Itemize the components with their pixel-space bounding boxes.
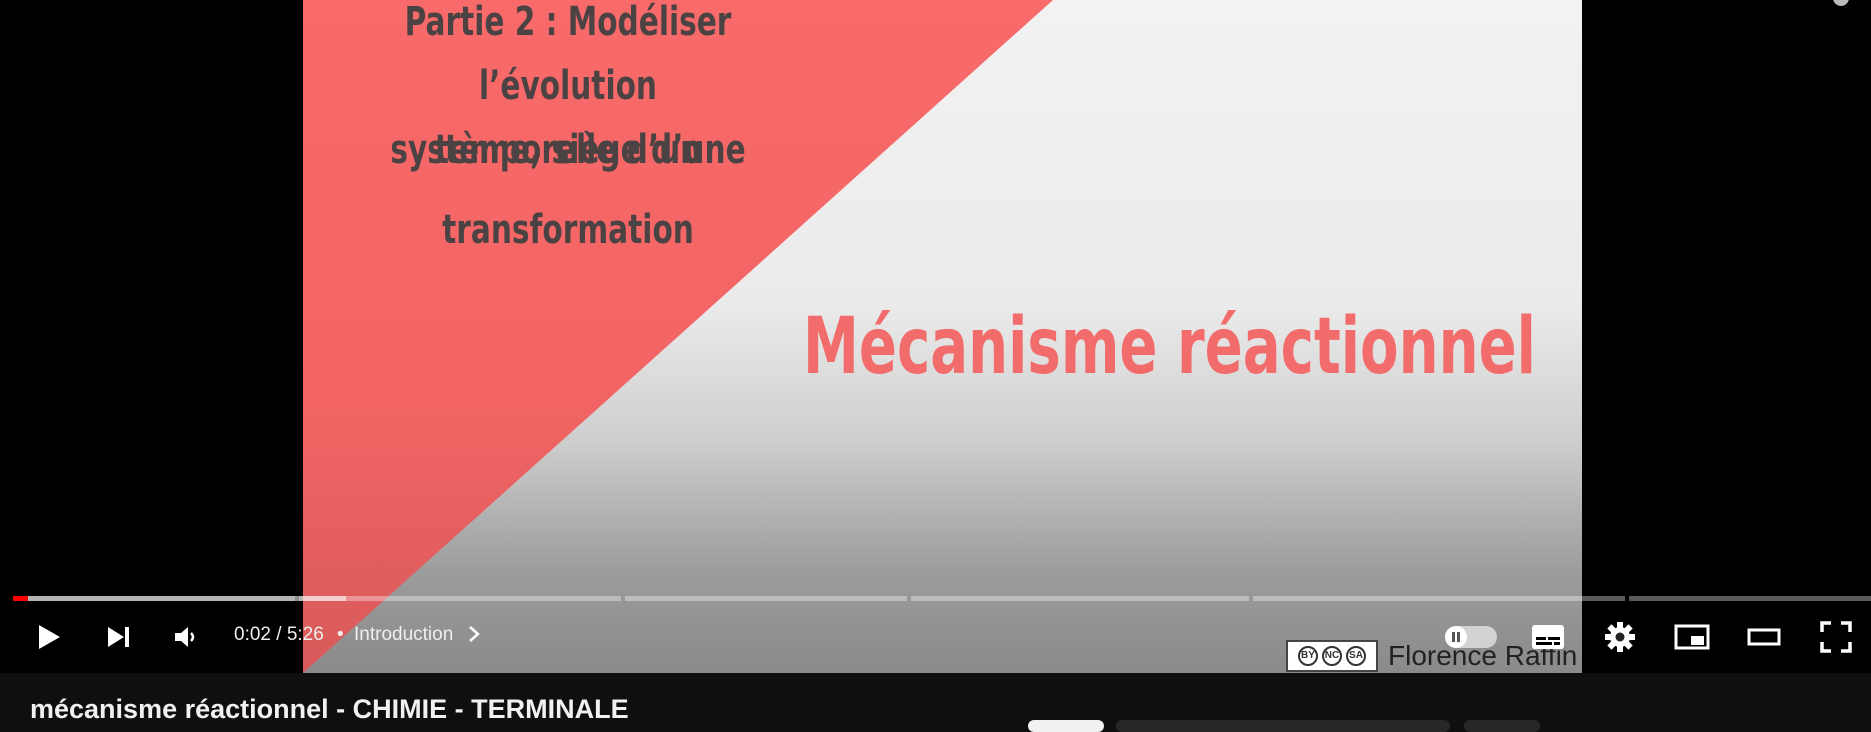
chapter-segment[interactable]: [1629, 596, 1871, 601]
settings-button[interactable]: [1600, 612, 1640, 662]
miniplayer-icon: [1674, 624, 1710, 650]
progress-bar[interactable]: [13, 596, 1871, 601]
action-button[interactable]: [1464, 720, 1540, 732]
miniplayer-button[interactable]: [1672, 612, 1712, 662]
subtitles-icon: [1532, 625, 1564, 649]
slide-title-line-3: système, siège d’une: [390, 127, 746, 173]
next-icon: [108, 627, 129, 647]
time-display: 0:02 / 5:26: [234, 624, 324, 645]
info-icon[interactable]: [1833, 0, 1849, 6]
next-button[interactable]: [98, 612, 138, 662]
fullscreen-button[interactable]: [1816, 612, 1856, 662]
mute-button[interactable]: [165, 612, 205, 662]
slide-title-line-1: Partie 2 : Modéliser: [404, 0, 732, 45]
slide-title-line-4: transformation: [442, 207, 694, 253]
played-indicator: [13, 596, 28, 601]
chapter-segment[interactable]: [625, 596, 907, 601]
subscribe-button[interactable]: [1028, 720, 1104, 732]
chapter-segment[interactable]: [911, 596, 1249, 601]
gear-icon: [1605, 622, 1635, 652]
buffered-indicator: [13, 596, 346, 601]
autoplay-pause-icon: [1452, 632, 1460, 642]
theater-mode-button[interactable]: [1744, 612, 1784, 662]
chapter-segment[interactable]: [1253, 596, 1625, 601]
chapter-title: Introduction: [354, 624, 454, 645]
fullscreen-icon: [1820, 621, 1852, 653]
play-icon: [39, 625, 60, 649]
autoplay-toggle[interactable]: [1445, 626, 1497, 648]
volume-icon: [175, 627, 195, 647]
action-button[interactable]: [1116, 720, 1450, 732]
slide-heading: Mécanisme réactionnel: [803, 302, 1536, 392]
chapter-segment[interactable]: [299, 596, 621, 601]
video-player[interactable]: Partie 2 : Modéliser l’évolution tempore…: [0, 0, 1871, 673]
subtitles-button[interactable]: [1528, 612, 1568, 662]
play-button[interactable]: [28, 612, 68, 662]
autoplay-knob: [1445, 626, 1467, 648]
video-frame: Partie 2 : Modéliser l’évolution tempore…: [303, 0, 1582, 673]
video-title: mécanisme réactionnel - CHIMIE - TERMINA…: [30, 694, 629, 724]
chevron-right-icon: [468, 626, 480, 642]
theater-mode-icon: [1747, 628, 1781, 646]
chapter-button[interactable]: Introduction: [340, 624, 481, 646]
